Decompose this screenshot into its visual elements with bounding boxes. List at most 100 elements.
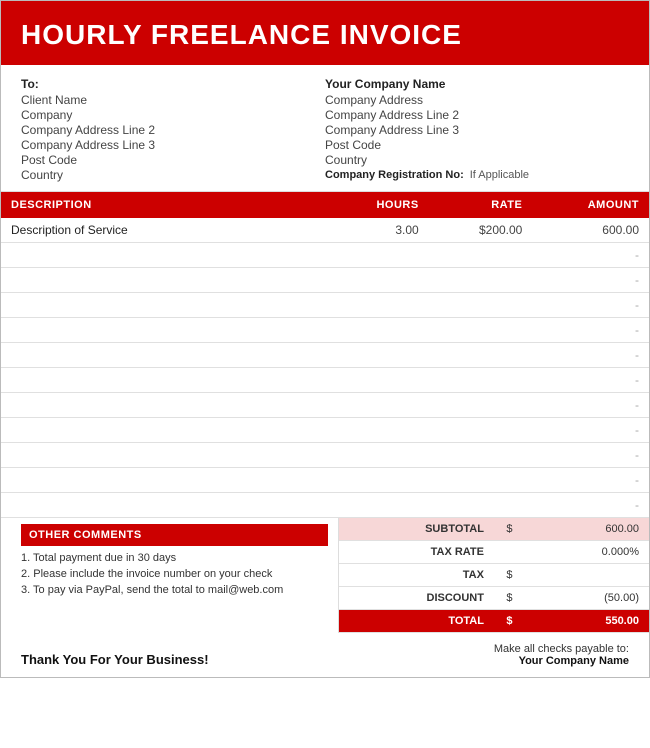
- row-rate: [429, 343, 533, 368]
- table-row: -: [1, 268, 649, 293]
- discount-value: (50.00): [525, 587, 649, 610]
- row-amount: -: [532, 343, 649, 368]
- row-amount: -: [532, 418, 649, 443]
- comment-3: 3. To pay via PayPal, send the total to …: [21, 584, 328, 596]
- col-header-description: DESCRIPTION: [1, 192, 338, 218]
- row-description: [1, 393, 338, 418]
- row-rate: [429, 468, 533, 493]
- address-section: To: Client Name Company Company Address …: [1, 65, 649, 192]
- subtotal-row: SUBTOTAL $ 600.00: [339, 518, 649, 541]
- row-amount: -: [532, 493, 649, 518]
- subtotal-label: SUBTOTAL: [339, 518, 494, 541]
- discount-label: DISCOUNT: [339, 587, 494, 610]
- row-description: [1, 368, 338, 393]
- comments-header: OTHER COMMENTS: [21, 524, 328, 546]
- table-row: -: [1, 368, 649, 393]
- col-header-rate: RATE: [429, 192, 533, 218]
- reg-value: If Applicable: [470, 169, 529, 181]
- row-hours: [338, 493, 429, 518]
- row-amount: 600.00: [532, 218, 649, 243]
- row-rate: [429, 268, 533, 293]
- row-hours: [338, 443, 429, 468]
- row-hours: [338, 418, 429, 443]
- discount-row: DISCOUNT $ (50.00): [339, 587, 649, 610]
- bottom-section: OTHER COMMENTS 1. Total payment due in 3…: [1, 518, 649, 633]
- row-rate: [429, 393, 533, 418]
- table-row: -: [1, 418, 649, 443]
- row-description: [1, 468, 338, 493]
- table-row: -: [1, 493, 649, 518]
- row-amount: -: [532, 443, 649, 468]
- tax-rate-dollar: [494, 541, 525, 564]
- row-hours: [338, 268, 429, 293]
- row-rate: [429, 493, 533, 518]
- row-amount: -: [532, 318, 649, 343]
- table-row: -: [1, 443, 649, 468]
- comments-area: OTHER COMMENTS 1. Total payment due in 3…: [1, 518, 338, 633]
- row-rate: [429, 443, 533, 468]
- row-hours: [338, 393, 429, 418]
- totals-table: SUBTOTAL $ 600.00 TAX RATE 0.000% TAX $ …: [339, 518, 649, 633]
- total-dollar: $: [494, 610, 525, 633]
- subtotal-dollar: $: [494, 518, 525, 541]
- row-rate: [429, 368, 533, 393]
- payable-note: Make all checks payable to: Your Company…: [494, 643, 629, 667]
- table-row: -: [1, 243, 649, 268]
- total-value: 550.00: [525, 610, 649, 633]
- company-postcode: Post Code: [325, 138, 629, 152]
- client-addr2: Company Address Line 2: [21, 123, 325, 137]
- row-description: Description of Service: [1, 218, 338, 243]
- col-header-hours: HOURS: [338, 192, 429, 218]
- row-description: [1, 443, 338, 468]
- table-row: -: [1, 393, 649, 418]
- discount-dollar: $: [494, 587, 525, 610]
- company-addr1: Company Address: [325, 93, 629, 107]
- footer-row: Thank You For Your Business! Make all ch…: [1, 633, 649, 677]
- table-row: Description of Service3.00$200.00600.00: [1, 218, 649, 243]
- row-hours: [338, 368, 429, 393]
- row-hours: [338, 318, 429, 343]
- row-description: [1, 243, 338, 268]
- row-amount: -: [532, 243, 649, 268]
- row-rate: [429, 418, 533, 443]
- row-description: [1, 268, 338, 293]
- company-country: Country: [325, 153, 629, 167]
- client-name: Client Name: [21, 93, 325, 107]
- table-row: -: [1, 343, 649, 368]
- payable-note-text: Make all checks payable to:: [494, 643, 629, 655]
- row-hours: 3.00: [338, 218, 429, 243]
- row-hours: [338, 468, 429, 493]
- row-amount: -: [532, 293, 649, 318]
- invoice-table: DESCRIPTION HOURS RATE AMOUNT Descriptio…: [1, 192, 649, 518]
- company-addr3: Company Address Line 3: [325, 123, 629, 137]
- row-description: [1, 318, 338, 343]
- tax-dollar: $: [494, 564, 525, 587]
- comment-1: 1. Total payment due in 30 days: [21, 552, 328, 564]
- client-postcode: Post Code: [21, 153, 325, 167]
- row-amount: -: [532, 368, 649, 393]
- tax-value: [525, 564, 649, 587]
- comment-2: 2. Please include the invoice number on …: [21, 568, 328, 580]
- row-rate: [429, 318, 533, 343]
- tax-label: TAX: [339, 564, 494, 587]
- row-hours: [338, 343, 429, 368]
- row-description: [1, 343, 338, 368]
- tax-rate-value: 0.000%: [525, 541, 649, 564]
- invoice-header: HOURLY FREELANCE INVOICE: [1, 1, 649, 65]
- to-label: To:: [21, 77, 325, 91]
- client-addr3: Company Address Line 3: [21, 138, 325, 152]
- total-label: TOTAL: [339, 610, 494, 633]
- invoice-wrapper: HOURLY FREELANCE INVOICE To: Client Name…: [0, 0, 650, 678]
- table-row: -: [1, 468, 649, 493]
- total-row: TOTAL $ 550.00: [339, 610, 649, 633]
- tax-row: TAX $: [339, 564, 649, 587]
- payable-name: Your Company Name: [519, 655, 629, 667]
- row-rate: [429, 293, 533, 318]
- table-row: -: [1, 318, 649, 343]
- reg-label: Company Registration No:: [325, 169, 464, 181]
- row-description: [1, 293, 338, 318]
- row-hours: [338, 243, 429, 268]
- client-country: Country: [21, 168, 325, 182]
- company-addr2: Company Address Line 2: [325, 108, 629, 122]
- subtotal-value: 600.00: [525, 518, 649, 541]
